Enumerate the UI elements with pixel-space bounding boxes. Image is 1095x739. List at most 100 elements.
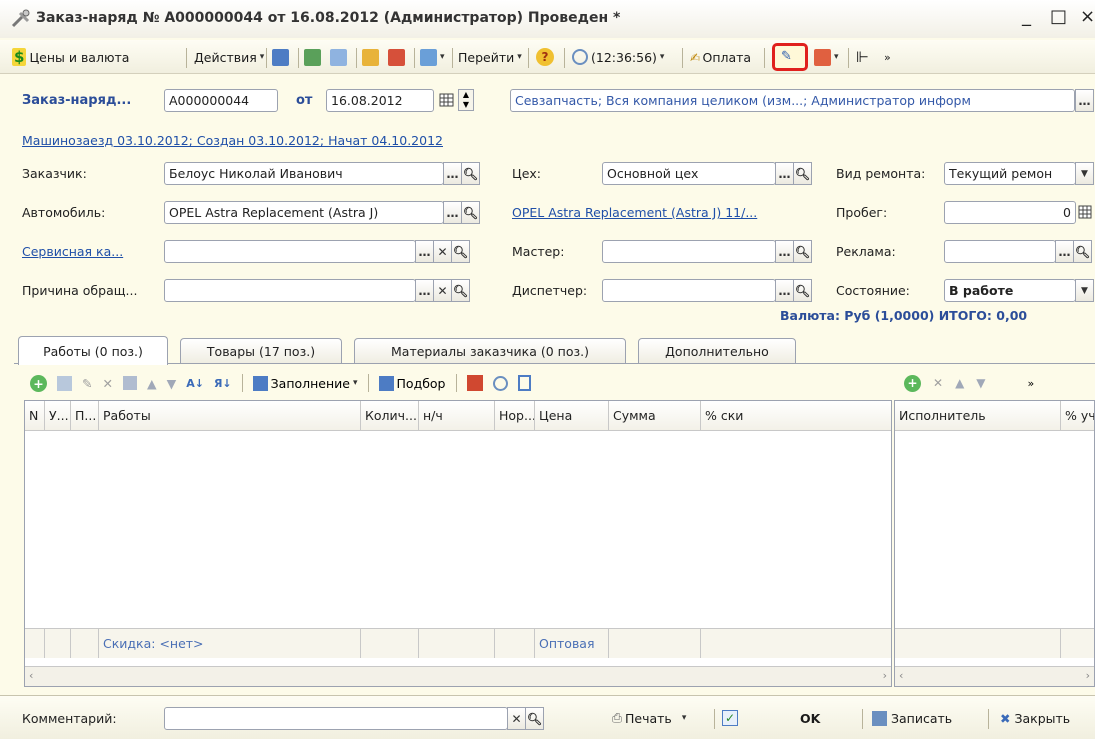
service-card-clear-icon[interactable]: ✕	[433, 240, 452, 263]
car-details-link[interactable]: OPEL Astra Replacement (Astra J) 11/...	[512, 205, 757, 220]
horizontal-scrollbar[interactable]: ‹ ›	[25, 666, 891, 686]
time-button[interactable]: (12:36:56) ▾	[572, 46, 664, 68]
calculator-icon[interactable]	[1077, 204, 1093, 220]
refresh-icon[interactable]	[304, 46, 321, 68]
post-icon[interactable]	[362, 46, 379, 68]
customer-select-button[interactable]: …	[443, 162, 462, 185]
reason-field[interactable]	[164, 279, 416, 302]
add-executor-icon[interactable]: +	[904, 374, 921, 392]
service-card-link[interactable]: Сервисная ка...	[22, 244, 123, 259]
tab-goods[interactable]: Товары (17 поз.)	[180, 338, 342, 364]
calendar-icon[interactable]	[438, 91, 456, 110]
shop-field[interactable]: Основной цех	[602, 162, 776, 185]
move-down-icon[interactable]: ▼	[167, 376, 177, 391]
add-table-icon[interactable]	[466, 375, 483, 391]
clock-small-icon[interactable]	[492, 375, 508, 391]
col-executor[interactable]: Исполнитель	[895, 401, 1061, 431]
unpost-icon[interactable]	[388, 46, 405, 68]
print-button[interactable]: ⎙ Печать ▾	[612, 707, 686, 729]
customer-search-icon[interactable]: 🔍︎	[461, 162, 480, 185]
col-sum[interactable]: Сумма	[609, 401, 701, 431]
mileage-field[interactable]: 0	[944, 201, 1076, 224]
payment-button[interactable]: ✍ Оплата	[690, 46, 751, 68]
works-table[interactable]: N У... П... Работы Колич... н/ч Нор... Ц…	[24, 400, 892, 687]
executors-scrollbar[interactable]: ‹ ›	[895, 666, 1094, 686]
minimize-button[interactable]: _	[1022, 6, 1031, 27]
col-qty[interactable]: Колич...	[361, 401, 419, 431]
ad-search-icon[interactable]: 🔍︎	[1073, 240, 1092, 263]
delete-row-icon[interactable]: ✕	[102, 376, 112, 391]
approve-icon[interactable]: ✓	[722, 707, 738, 729]
fill-menu[interactable]: Заполнение ▾	[252, 375, 358, 391]
master-search-icon[interactable]: 🔍︎	[793, 240, 812, 263]
col-n[interactable]: N	[25, 401, 45, 431]
tab-works[interactable]: Работы (0 поз.)	[18, 336, 168, 365]
document-icon[interactable]	[517, 375, 531, 391]
goto-menu[interactable]: Перейти ▾	[458, 46, 522, 68]
sort-asc-icon[interactable]: A↓	[186, 377, 204, 390]
repair-type-select[interactable]: Текущий ремон	[944, 162, 1076, 185]
ad-select-button[interactable]: …	[1055, 240, 1074, 263]
actions-menu[interactable]: Действия ▾	[194, 46, 264, 68]
doc-number-field[interactable]: А000000044	[164, 89, 278, 112]
col-u[interactable]: У...	[45, 401, 71, 431]
prices-currency-button[interactable]: $ Цены и валюта	[12, 46, 129, 68]
dispatcher-select-button[interactable]: …	[775, 279, 794, 302]
repair-type-dropdown-icon[interactable]: ▼	[1075, 162, 1094, 185]
master-select-button[interactable]: …	[775, 240, 794, 263]
based-on-icon[interactable]: ▾	[420, 46, 445, 68]
service-card-select-button[interactable]: …	[415, 240, 434, 263]
col-p[interactable]: П...	[71, 401, 99, 431]
dispatcher-search-icon[interactable]: 🔍︎	[793, 279, 812, 302]
date-spinner[interactable]: ▲ ▼	[458, 89, 474, 111]
state-select[interactable]: В работе	[944, 279, 1076, 302]
shop-search-icon[interactable]: 🔍︎	[793, 162, 812, 185]
add-row-icon[interactable]: +	[30, 374, 47, 392]
service-card-field[interactable]	[164, 240, 416, 263]
state-dropdown-icon[interactable]: ▼	[1075, 279, 1094, 302]
organization-field[interactable]: Севзапчасть; Вся компания целиком (изм..…	[510, 89, 1075, 112]
col-price[interactable]: Цена	[535, 401, 609, 431]
col-discount[interactable]: % ски	[701, 401, 891, 431]
structure-icon[interactable]: ⊩	[856, 46, 869, 68]
ok-button[interactable]: OK	[800, 707, 820, 729]
save-button[interactable]: Записать	[872, 707, 952, 729]
service-card-search-icon[interactable]: 🔍︎	[451, 240, 470, 263]
tab-customer-materials[interactable]: Материалы заказчика (0 поз.)	[354, 338, 626, 364]
copy-row-icon[interactable]	[57, 375, 72, 391]
copy-icon[interactable]	[330, 46, 347, 68]
reason-search-icon[interactable]: 🔍︎	[451, 279, 470, 302]
close-window-button[interactable]: ×	[1080, 6, 1095, 27]
scroll-right-icon[interactable]: ›	[883, 669, 887, 682]
reason-select-button[interactable]: …	[415, 279, 434, 302]
report-icon[interactable]: ▾	[814, 46, 839, 68]
executor-down-icon[interactable]: ▼	[976, 376, 985, 390]
timeline-link[interactable]: Машинозаезд 03.10.2012; Создан 03.10.201…	[22, 133, 443, 148]
move-up-icon[interactable]: ▲	[147, 376, 157, 391]
scroll-left-icon[interactable]: ‹	[29, 669, 33, 682]
edit-row-icon[interactable]: ✎	[82, 376, 92, 391]
col-works[interactable]: Работы	[99, 401, 361, 431]
col-nh[interactable]: н/ч	[419, 401, 495, 431]
ad-field[interactable]	[944, 240, 1056, 263]
more-executor-icon[interactable]: »	[1028, 377, 1035, 390]
car-field[interactable]: OPEL Astra Replacement (Astra J)	[164, 201, 444, 224]
move-icon[interactable]	[272, 46, 289, 68]
dispatcher-field[interactable]	[602, 279, 776, 302]
col-share[interactable]: % уч	[1061, 401, 1094, 431]
executor-up-icon[interactable]: ▲	[955, 376, 964, 390]
col-norm[interactable]: Нор...	[495, 401, 535, 431]
more-toolbar-icon[interactable]: »	[884, 46, 891, 68]
org-select-button[interactable]: …	[1075, 89, 1094, 112]
customer-field[interactable]: Белоус Николай Иванович	[164, 162, 444, 185]
shop-select-button[interactable]: …	[775, 162, 794, 185]
pick-button[interactable]: Подбор	[378, 375, 446, 391]
master-field[interactable]	[602, 240, 776, 263]
tab-additional[interactable]: Дополнительно	[638, 338, 796, 364]
highlighted-signature-button[interactable]: ✎	[772, 43, 808, 71]
scroll-right-icon[interactable]: ›	[1086, 669, 1090, 682]
close-button[interactable]: ✖ Закрыть	[1000, 707, 1070, 729]
comment-search-icon[interactable]: 🔍︎	[525, 707, 544, 730]
end-edit-icon[interactable]	[122, 376, 137, 390]
comment-clear-icon[interactable]: ✕	[507, 707, 526, 730]
